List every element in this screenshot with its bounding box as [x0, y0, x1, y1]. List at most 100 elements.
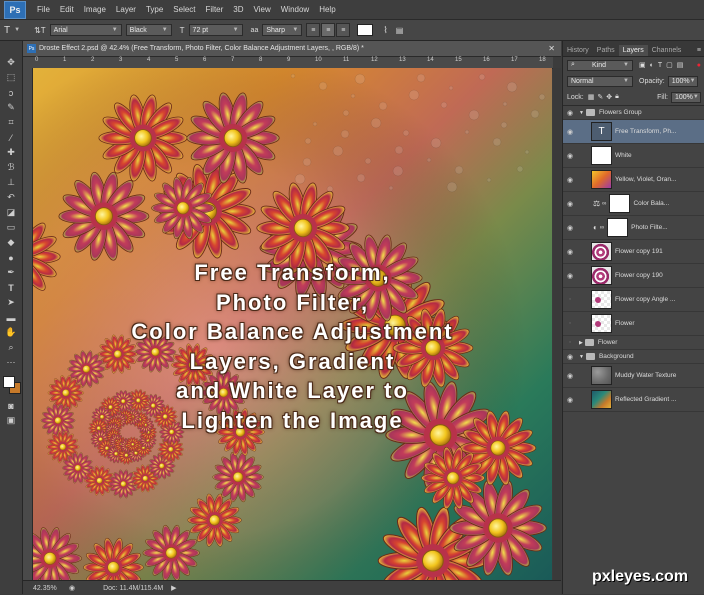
- path-select-tool-icon[interactable]: ➤: [0, 295, 22, 310]
- filter-adjust-icon[interactable]: ◐: [650, 62, 654, 69]
- align-center-button[interactable]: ≡: [321, 23, 336, 37]
- extras-icon[interactable]: ⋯: [0, 355, 22, 370]
- eye-icon[interactable]: ◉: [563, 248, 577, 256]
- tab-channels[interactable]: Channels: [648, 45, 686, 56]
- layer-flower-copy-190[interactable]: ◉ Flower copy 190: [563, 264, 704, 288]
- layer-reflected-gradient[interactable]: ◉ Reflected Gradient ...: [563, 388, 704, 412]
- menu-layer[interactable]: Layer: [111, 5, 141, 14]
- layer-muddy-water-texture[interactable]: ◉ Muddy Water Texture: [563, 364, 704, 388]
- layer-color-balance[interactable]: ◉ ⚖ ∞ Color Bala...: [563, 192, 704, 216]
- chevron-down-icon[interactable]: ▼: [579, 354, 584, 360]
- eyedropper-tool-icon[interactable]: ⁄: [0, 130, 22, 145]
- shape-tool-icon[interactable]: ▬: [0, 310, 22, 325]
- opacity-input[interactable]: 100% ▼: [667, 75, 698, 87]
- stamp-tool-icon[interactable]: ⊥: [0, 175, 22, 190]
- status-info-icon[interactable]: ◉: [69, 584, 75, 592]
- eye-icon[interactable]: ◉: [563, 353, 577, 361]
- layer-flower-copy-191[interactable]: ◉ Flower copy 191: [563, 240, 704, 264]
- menu-type[interactable]: Type: [141, 5, 168, 14]
- warp-text-icon[interactable]: ⌇: [383, 25, 387, 36]
- eye-icon[interactable]: ◉: [563, 396, 577, 404]
- eye-icon[interactable]: ◉: [563, 128, 577, 136]
- foreground-color-swatch[interactable]: [3, 376, 15, 388]
- eye-icon[interactable]: ◉: [563, 272, 577, 280]
- vertical-ruler[interactable]: [23, 68, 33, 580]
- align-right-button[interactable]: ≡: [336, 23, 351, 37]
- blur-tool-icon[interactable]: ◆: [0, 235, 22, 250]
- menu-help[interactable]: Help: [314, 5, 340, 14]
- font-size-select[interactable]: 72 pt ▼: [188, 24, 243, 36]
- filter-type-icon[interactable]: T: [658, 62, 662, 69]
- status-menu-icon[interactable]: ▶: [171, 584, 176, 592]
- filter-smart-icon[interactable]: ▤: [677, 61, 684, 69]
- font-style-select[interactable]: Black ▼: [125, 24, 172, 36]
- layer-group-background[interactable]: ◉ ▼ Background: [563, 350, 704, 364]
- layer-filter-kind[interactable]: ⌕ Kind ▼: [567, 59, 633, 71]
- move-tool-icon[interactable]: ✥: [0, 55, 22, 70]
- filter-shape-icon[interactable]: ▢: [666, 61, 673, 69]
- layer-flower-copy-angle[interactable]: ▫ Flower copy Angle ...: [563, 288, 704, 312]
- healing-tool-icon[interactable]: ✚: [0, 145, 22, 160]
- tool-preset-caret-icon[interactable]: ▼: [14, 27, 20, 33]
- lock-move-icon[interactable]: ✥: [606, 93, 612, 101]
- zoom-tool-icon[interactable]: ⌕: [0, 340, 22, 355]
- filter-toggle-icon[interactable]: ●: [697, 62, 701, 69]
- tab-paths[interactable]: Paths: [593, 45, 619, 56]
- hidden-eye-icon[interactable]: ▫: [563, 296, 577, 303]
- brush-tool-icon[interactable]: ℬ: [0, 160, 22, 175]
- eye-icon[interactable]: ◉: [563, 152, 577, 160]
- type-tool-icon[interactable]: T: [0, 280, 22, 295]
- eye-icon[interactable]: ◉: [563, 200, 577, 208]
- menu-view[interactable]: View: [249, 5, 276, 14]
- vertical-scrollbar[interactable]: [553, 68, 561, 580]
- lock-all-icon[interactable]: 🔒︎: [615, 93, 619, 101]
- hand-tool-icon[interactable]: ✋: [0, 325, 22, 340]
- layer-flower[interactable]: ▫ Flower: [563, 312, 704, 336]
- layer-group-flower[interactable]: ▫ ▶ Flower: [563, 336, 704, 350]
- eye-icon[interactable]: ◉: [563, 176, 577, 184]
- text-orientation-icon[interactable]: ⇅T: [34, 26, 46, 35]
- tab-history[interactable]: History: [563, 45, 593, 56]
- pen-tool-icon[interactable]: ✒: [0, 265, 22, 280]
- lock-paint-icon[interactable]: ✎: [597, 93, 603, 101]
- menu-3d[interactable]: 3D: [228, 5, 248, 14]
- eye-icon[interactable]: ◉: [563, 109, 577, 117]
- history-brush-icon[interactable]: ↶: [0, 190, 22, 205]
- document-canvas[interactable]: Free Transform, Photo Filter, Color Bala…: [33, 68, 552, 580]
- gradient-tool-icon[interactable]: ▭: [0, 220, 22, 235]
- document-tab[interactable]: Ps Droste Effect 2.psd @ 42.4% (Free Tra…: [23, 41, 561, 57]
- panel-menu-icon[interactable]: ≡: [693, 45, 704, 56]
- type-tool-icon[interactable]: T: [4, 25, 10, 36]
- layer-group-flowers[interactable]: ◉ ▼ Flowers Group: [563, 106, 704, 120]
- quick-select-tool-icon[interactable]: ✎: [0, 100, 22, 115]
- quick-mask-icon[interactable]: ◙: [0, 398, 22, 413]
- menu-image[interactable]: Image: [79, 5, 111, 14]
- dodge-tool-icon[interactable]: ●: [0, 250, 22, 265]
- chevron-right-icon[interactable]: ▶: [579, 340, 583, 346]
- eye-icon[interactable]: ◉: [563, 372, 577, 380]
- layer-free-transform-text[interactable]: ◉ T Free Transform, Ph...: [563, 120, 704, 144]
- zoom-level[interactable]: 42.35%: [33, 585, 63, 592]
- hidden-eye-icon[interactable]: ▫: [563, 320, 577, 327]
- close-icon[interactable]: ✕: [548, 44, 555, 53]
- chevron-down-icon[interactable]: ▼: [579, 110, 584, 116]
- lock-pixels-icon[interactable]: ▦: [588, 93, 595, 101]
- menu-edit[interactable]: Edit: [55, 5, 79, 14]
- tab-layers[interactable]: Layers: [618, 45, 648, 56]
- align-left-button[interactable]: ≡: [306, 23, 321, 37]
- eye-icon[interactable]: ◉: [563, 224, 577, 232]
- text-color-swatch[interactable]: [357, 24, 374, 36]
- layer-gradient[interactable]: ◉ Yellow, Violet, Oran...: [563, 168, 704, 192]
- menu-window[interactable]: Window: [276, 5, 314, 14]
- eraser-tool-icon[interactable]: ◪: [0, 205, 22, 220]
- layer-white[interactable]: ◉ White: [563, 144, 704, 168]
- lasso-tool-icon[interactable]: ↄ: [0, 85, 22, 100]
- menu-select[interactable]: Select: [168, 5, 200, 14]
- color-swatches[interactable]: [0, 374, 22, 396]
- antialias-select[interactable]: Sharp ▼: [262, 24, 303, 36]
- character-panel-icon[interactable]: ▤: [396, 26, 404, 35]
- crop-tool-icon[interactable]: ⌗: [0, 115, 22, 130]
- layer-photo-filter[interactable]: ◉ ◐ ∞ Photo Filte...: [563, 216, 704, 240]
- hidden-eye-icon[interactable]: ▫: [563, 339, 577, 346]
- menu-file[interactable]: File: [32, 5, 55, 14]
